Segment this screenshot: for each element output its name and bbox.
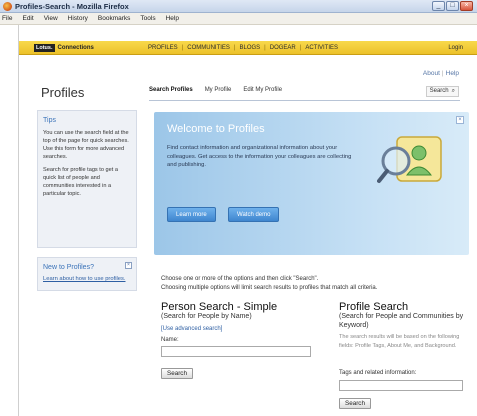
header-search-button[interactable]: Search ⌕ <box>425 86 459 97</box>
tips-text-2: Search for profile tags to get a quick l… <box>43 167 118 197</box>
about-link[interactable]: About <box>423 70 440 77</box>
welcome-text: Find contact information and organizatio… <box>167 145 352 168</box>
menu-bar: File Edit View History Bookmarks Tools H… <box>0 13 477 25</box>
tags-field[interactable] <box>339 380 463 391</box>
person-search-subtitle: (Search for People by Name) <box>161 313 252 320</box>
close-banner-icon[interactable]: × <box>456 116 464 124</box>
advanced-search-link[interactable]: [Use advanced search] <box>161 326 222 332</box>
menu-help[interactable]: Help <box>166 15 179 22</box>
menu-edit[interactable]: Edit <box>22 15 33 22</box>
menu-view[interactable]: View <box>44 15 58 22</box>
help-link[interactable]: Help <box>446 70 459 77</box>
menu-history[interactable]: History <box>68 15 88 22</box>
tab-divider <box>149 100 460 101</box>
menu-bookmarks[interactable]: Bookmarks <box>98 15 131 22</box>
top-links: About | Help <box>422 70 459 77</box>
lotus-logo[interactable]: Lotus. Connections <box>34 44 94 52</box>
tags-label: Tags and related information: <box>339 370 417 376</box>
welcome-banner: Welcome to Profiles Find contact informa… <box>154 112 469 255</box>
search-instructions: Choose one or more of the options and th… <box>161 275 377 292</box>
instruction-line-2: Choosing multiple options will limit sea… <box>161 284 378 291</box>
nav-communities[interactable]: COMMUNITIES <box>187 45 230 51</box>
search-icon: ⌕ <box>451 88 455 94</box>
lotus-nav-bar: Lotus. Connections PROFILES | COMMUNITIES… <box>19 41 477 55</box>
window-title: Profiles-Search - Mozilla Firefox <box>15 2 129 11</box>
instruction-line-1: Choose one or more of the options and th… <box>161 276 319 282</box>
profile-search-note: The search results will be based on the … <box>339 334 460 349</box>
new-to-profiles-title: New to Profiles? <box>43 264 94 271</box>
profile-search-illustration-icon <box>377 136 442 183</box>
profile-tabs: Search Profiles My Profile Edit My Profi… <box>149 87 282 93</box>
profile-search-subtitle: (Search for People and Communities by Ke… <box>339 313 464 329</box>
tab-search-profiles[interactable]: Search Profiles <box>149 87 193 93</box>
close-button[interactable]: × <box>460 1 473 11</box>
person-search-button[interactable]: Search <box>161 368 193 379</box>
name-label: Name: <box>161 337 179 343</box>
profile-search-title: Profile Search <box>339 301 409 313</box>
new-to-profiles-box: New to Profiles? × Learn about how to us… <box>37 257 137 291</box>
connections-label: Connections <box>57 45 94 51</box>
tips-text-1: You can use the search field at the top … <box>43 130 129 160</box>
maximize-button[interactable]: □ <box>446 1 459 11</box>
page-title: Profiles <box>41 85 85 100</box>
welcome-title: Welcome to Profiles <box>167 123 265 135</box>
header-search-label: Search <box>429 88 449 94</box>
nav-blogs[interactable]: BLOGS <box>239 45 260 51</box>
firefox-icon <box>3 2 12 11</box>
nav-profiles[interactable]: PROFILES <box>148 45 178 51</box>
minimize-button[interactable]: _ <box>432 1 445 11</box>
window-controls: _ □ × <box>432 1 473 11</box>
window-title-bar: Profiles-Search - Mozilla Firefox _ □ × <box>0 0 477 13</box>
learn-profiles-link[interactable]: Learn about how to use profiles. <box>43 276 126 282</box>
collapse-icon[interactable]: × <box>125 262 132 269</box>
tab-edit-my-profile[interactable]: Edit My Profile <box>243 87 282 93</box>
nav-dogear[interactable]: DOGEAR <box>270 45 296 51</box>
page-viewport: Lotus. Connections PROFILES | COMMUNITIES… <box>18 25 477 416</box>
watch-demo-button[interactable]: Watch demo <box>228 207 280 222</box>
login-link[interactable]: Login <box>448 45 463 51</box>
menu-tools[interactable]: Tools <box>140 15 155 22</box>
name-field[interactable] <box>161 346 311 357</box>
lotus-badge: Lotus. <box>34 44 55 52</box>
nav-activities[interactable]: ACTIVITIES <box>305 45 338 51</box>
person-search-title: Person Search - Simple <box>161 301 278 313</box>
learn-more-button[interactable]: Learn more <box>167 207 216 222</box>
tips-box: Tips You can use the search field at the… <box>37 110 137 248</box>
lotus-nav-links: PROFILES | COMMUNITIES | BLOGS | DOGEAR | AC… <box>148 45 338 51</box>
tips-title: Tips <box>43 117 56 124</box>
profile-search-button[interactable]: Search <box>339 398 371 409</box>
menu-file[interactable]: File <box>2 15 12 22</box>
tab-my-profile[interactable]: My Profile <box>205 87 232 93</box>
